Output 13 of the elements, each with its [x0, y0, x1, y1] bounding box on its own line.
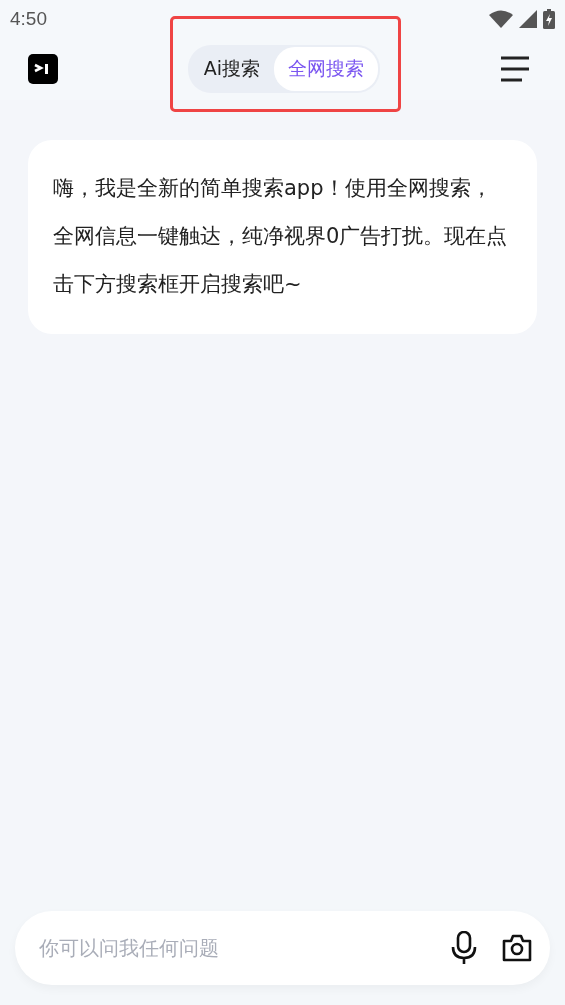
message-bubble: 嗨，我是全新的简单搜索app！使用全网搜索，全网信息一键触达，纯净视界0广告打扰。现在点击下方搜索框开启搜索吧~ [28, 140, 537, 334]
status-time: 4:50 [10, 8, 47, 30]
search-mode-tab[interactable]: Ai搜索 [189, 47, 275, 91]
camera-icon[interactable] [502, 933, 532, 962]
search-input[interactable]: 你可以问我任何问题 [37, 934, 426, 961]
menu-icon[interactable] [500, 56, 530, 82]
signal-icon [519, 10, 537, 28]
logo-icon [28, 54, 58, 84]
search-mode-tab[interactable]: 全网搜索 [274, 47, 379, 91]
wifi-icon [489, 10, 513, 28]
microphone-icon[interactable] [450, 930, 478, 965]
search-field[interactable]: 你可以问我任何问题 [15, 910, 550, 985]
battery-icon [543, 9, 555, 29]
